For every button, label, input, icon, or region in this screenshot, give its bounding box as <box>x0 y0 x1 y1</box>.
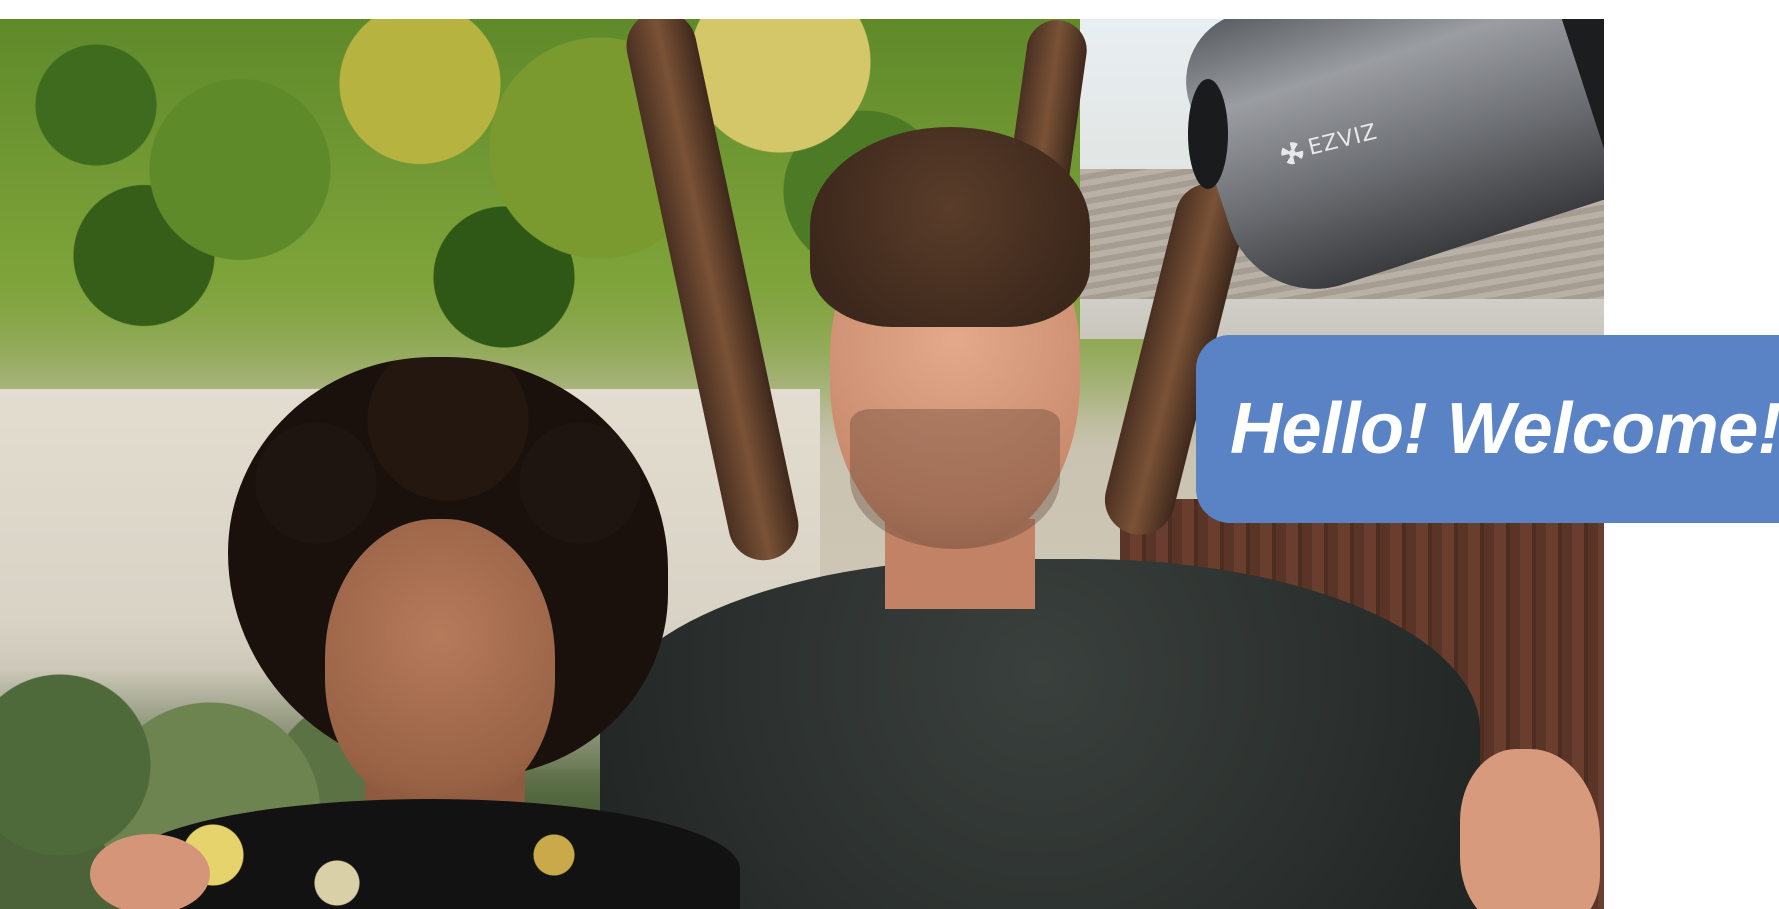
woman-hand-on-shoulder <box>90 834 210 909</box>
speech-bubble: Hello! Welcome! <box>1196 335 1779 523</box>
ad-banner: EZVIZ Hello! Welcome! <box>0 0 1779 909</box>
camera-lens <box>1188 79 1228 189</box>
man-hair <box>810 127 1090 327</box>
ezviz-fan-icon <box>1278 139 1306 167</box>
man-beard <box>850 409 1060 549</box>
security-camera: EZVIZ <box>1180 19 1604 319</box>
woman-face <box>325 519 555 809</box>
camera-body <box>1180 19 1604 313</box>
bubble-greeting-text: Hello! Welcome! <box>1230 389 1779 469</box>
